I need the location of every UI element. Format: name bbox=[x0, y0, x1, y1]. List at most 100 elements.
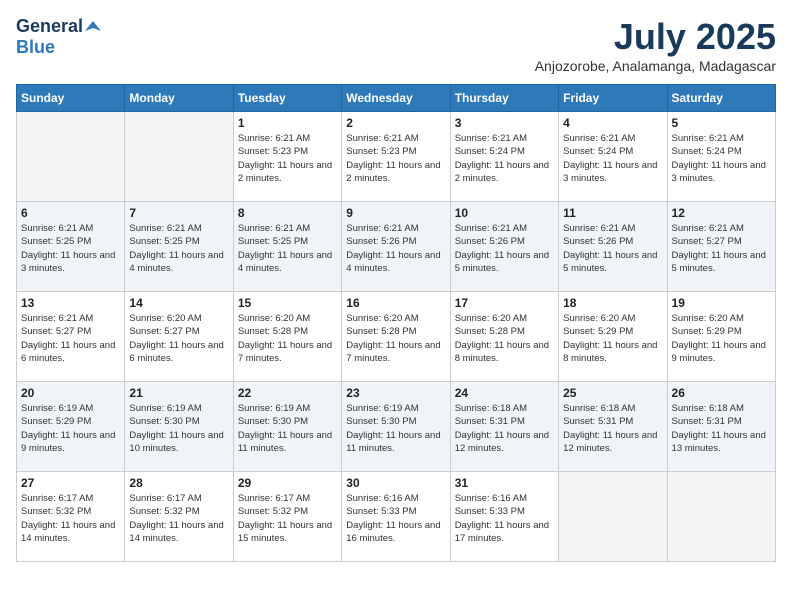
calendar-day-cell: 22Sunrise: 6:19 AM Sunset: 5:30 PM Dayli… bbox=[233, 382, 341, 472]
calendar-day-cell: 16Sunrise: 6:20 AM Sunset: 5:28 PM Dayli… bbox=[342, 292, 450, 382]
calendar-day-cell: 19 Sunrise: 6:20 AM Sunset: 5:29 PM Dayli… bbox=[667, 292, 775, 382]
calendar-header-row: SundayMondayTuesdayWednesdayThursdayFrid… bbox=[17, 85, 776, 112]
calendar-header-cell: Tuesday bbox=[233, 85, 341, 112]
day-info: Sunrise: 6:19 AM Sunset: 5:30 PM Dayligh… bbox=[346, 402, 445, 455]
day-info: Sunrise: 6:21 AM Sunset: 5:25 PM Dayligh… bbox=[129, 222, 228, 275]
day-info: Sunrise: 6:19 AM Sunset: 5:29 PM Dayligh… bbox=[21, 402, 120, 455]
day-number: 2 bbox=[346, 116, 445, 130]
calendar-day-cell: 28 Sunrise: 6:17 AM Sunset: 5:32 PM Dayli… bbox=[125, 472, 233, 562]
calendar-header-cell: Sunday bbox=[17, 85, 125, 112]
day-number: 23 bbox=[346, 386, 445, 400]
day-number: 13 bbox=[21, 296, 120, 310]
day-number: 18 bbox=[563, 296, 662, 310]
day-number: 26 bbox=[672, 386, 771, 400]
day-info: Sunrise: 6:21 AM Sunset: 5:24 PM Dayligh… bbox=[455, 132, 554, 185]
day-number: 14 bbox=[129, 296, 228, 310]
day-info: Sunrise: 6:20 AM Sunset: 5:28 PM Dayligh… bbox=[346, 312, 445, 365]
day-info: Sunrise: 6:20 AM Sunset: 5:29 PM Dayligh… bbox=[672, 312, 771, 365]
calendar-day-cell: 31 Sunrise: 6:16 AM Sunset: 5:33 PM Dayli… bbox=[450, 472, 558, 562]
day-number: 21 bbox=[129, 386, 228, 400]
day-number: 30 bbox=[346, 476, 445, 490]
day-info: Sunrise: 6:21 AM Sunset: 5:25 PM Dayligh… bbox=[21, 222, 120, 275]
day-number: 5 bbox=[672, 116, 771, 130]
day-number: 17 bbox=[455, 296, 554, 310]
calendar-day-cell: 4 Sunrise: 6:21 AM Sunset: 5:24 PM Daylig… bbox=[559, 112, 667, 202]
day-info: Sunrise: 6:18 AM Sunset: 5:31 PM Dayligh… bbox=[455, 402, 554, 455]
day-number: 29 bbox=[238, 476, 337, 490]
day-number: 28 bbox=[129, 476, 228, 490]
calendar-day-cell: 2 Sunrise: 6:21 AM Sunset: 5:23 PM Daylig… bbox=[342, 112, 450, 202]
day-number: 9 bbox=[346, 206, 445, 220]
calendar-day-cell: 12 Sunrise: 6:21 AM Sunset: 5:27 PM Dayli… bbox=[667, 202, 775, 292]
calendar-day-cell: 17 Sunrise: 6:20 AM Sunset: 5:28 PM Dayli… bbox=[450, 292, 558, 382]
day-number: 20 bbox=[21, 386, 120, 400]
day-info: Sunrise: 6:19 AM Sunset: 5:30 PM Dayligh… bbox=[238, 402, 337, 455]
calendar-day-cell: 23 Sunrise: 6:19 AM Sunset: 5:30 PM Dayli… bbox=[342, 382, 450, 472]
calendar-day-cell bbox=[559, 472, 667, 562]
calendar-header-cell: Saturday bbox=[667, 85, 775, 112]
location-text: Anjozorobe, Analamanga, Madagascar bbox=[535, 58, 776, 74]
logo-general-text: General bbox=[16, 16, 83, 37]
calendar-day-cell: 6 Sunrise: 6:21 AM Sunset: 5:25 PM Daylig… bbox=[17, 202, 125, 292]
day-info: Sunrise: 6:21 AM Sunset: 5:26 PM Dayligh… bbox=[563, 222, 662, 275]
day-info: Sunrise: 6:21 AM Sunset: 5:27 PM Dayligh… bbox=[21, 312, 120, 365]
logo-blue-text: Blue bbox=[16, 37, 55, 57]
calendar-header-cell: Wednesday bbox=[342, 85, 450, 112]
day-number: 19 bbox=[672, 296, 771, 310]
calendar-day-cell: 14 Sunrise: 6:20 AM Sunset: 5:27 PM Dayli… bbox=[125, 292, 233, 382]
calendar-day-cell: 8 Sunrise: 6:21 AM Sunset: 5:25 PM Daylig… bbox=[233, 202, 341, 292]
calendar-week-row: 13 Sunrise: 6:21 AM Sunset: 5:27 PM Dayli… bbox=[17, 292, 776, 382]
page-header: General Blue July 2025 Anjozorobe, Anala… bbox=[16, 16, 776, 74]
day-info: Sunrise: 6:20 AM Sunset: 5:29 PM Dayligh… bbox=[563, 312, 662, 365]
day-number: 27 bbox=[21, 476, 120, 490]
calendar-day-cell bbox=[17, 112, 125, 202]
day-info: Sunrise: 6:21 AM Sunset: 5:25 PM Dayligh… bbox=[238, 222, 337, 275]
calendar-day-cell bbox=[667, 472, 775, 562]
day-number: 24 bbox=[455, 386, 554, 400]
logo: General Blue bbox=[16, 16, 101, 58]
calendar-week-row: 27 Sunrise: 6:17 AM Sunset: 5:32 PM Dayli… bbox=[17, 472, 776, 562]
day-info: Sunrise: 6:21 AM Sunset: 5:24 PM Dayligh… bbox=[672, 132, 771, 185]
day-info: Sunrise: 6:20 AM Sunset: 5:28 PM Dayligh… bbox=[455, 312, 554, 365]
calendar-day-cell: 3 Sunrise: 6:21 AM Sunset: 5:24 PM Daylig… bbox=[450, 112, 558, 202]
calendar-day-cell: 24 Sunrise: 6:18 AM Sunset: 5:31 PM Dayli… bbox=[450, 382, 558, 472]
calendar-week-row: 20 Sunrise: 6:19 AM Sunset: 5:29 PM Dayli… bbox=[17, 382, 776, 472]
day-number: 25 bbox=[563, 386, 662, 400]
day-info: Sunrise: 6:21 AM Sunset: 5:23 PM Dayligh… bbox=[238, 132, 337, 185]
day-info: Sunrise: 6:18 AM Sunset: 5:31 PM Dayligh… bbox=[563, 402, 662, 455]
month-title: July 2025 bbox=[535, 16, 776, 58]
calendar-table: SundayMondayTuesdayWednesdayThursdayFrid… bbox=[16, 84, 776, 562]
calendar-header-cell: Monday bbox=[125, 85, 233, 112]
day-number: 31 bbox=[455, 476, 554, 490]
day-info: Sunrise: 6:17 AM Sunset: 5:32 PM Dayligh… bbox=[21, 492, 120, 545]
day-info: Sunrise: 6:19 AM Sunset: 5:30 PM Dayligh… bbox=[129, 402, 228, 455]
calendar-week-row: 6 Sunrise: 6:21 AM Sunset: 5:25 PM Daylig… bbox=[17, 202, 776, 292]
day-info: Sunrise: 6:21 AM Sunset: 5:24 PM Dayligh… bbox=[563, 132, 662, 185]
day-info: Sunrise: 6:21 AM Sunset: 5:23 PM Dayligh… bbox=[346, 132, 445, 185]
calendar-day-cell: 15Sunrise: 6:20 AM Sunset: 5:28 PM Dayli… bbox=[233, 292, 341, 382]
day-number: 1 bbox=[238, 116, 337, 130]
day-info: Sunrise: 6:16 AM Sunset: 5:33 PM Dayligh… bbox=[455, 492, 554, 545]
day-number: 8 bbox=[238, 206, 337, 220]
calendar-day-cell: 25 Sunrise: 6:18 AM Sunset: 5:31 PM Dayli… bbox=[559, 382, 667, 472]
day-number: 12 bbox=[672, 206, 771, 220]
calendar-header-cell: Thursday bbox=[450, 85, 558, 112]
calendar-day-cell: 21 Sunrise: 6:19 AM Sunset: 5:30 PM Dayli… bbox=[125, 382, 233, 472]
day-info: Sunrise: 6:18 AM Sunset: 5:31 PM Dayligh… bbox=[672, 402, 771, 455]
calendar-day-cell: 1 Sunrise: 6:21 AM Sunset: 5:23 PM Daylig… bbox=[233, 112, 341, 202]
calendar-day-cell: 26 Sunrise: 6:18 AM Sunset: 5:31 PM Dayli… bbox=[667, 382, 775, 472]
day-info: Sunrise: 6:17 AM Sunset: 5:32 PM Dayligh… bbox=[238, 492, 337, 545]
day-info: Sunrise: 6:17 AM Sunset: 5:32 PM Dayligh… bbox=[129, 492, 228, 545]
calendar-day-cell: 30Sunrise: 6:16 AM Sunset: 5:33 PM Dayli… bbox=[342, 472, 450, 562]
day-info: Sunrise: 6:20 AM Sunset: 5:27 PM Dayligh… bbox=[129, 312, 228, 365]
calendar-day-cell: 20 Sunrise: 6:19 AM Sunset: 5:29 PM Dayli… bbox=[17, 382, 125, 472]
day-number: 4 bbox=[563, 116, 662, 130]
day-info: Sunrise: 6:21 AM Sunset: 5:27 PM Dayligh… bbox=[672, 222, 771, 275]
calendar-day-cell: 5 Sunrise: 6:21 AM Sunset: 5:24 PM Daylig… bbox=[667, 112, 775, 202]
day-number: 10 bbox=[455, 206, 554, 220]
day-number: 7 bbox=[129, 206, 228, 220]
day-number: 3 bbox=[455, 116, 554, 130]
calendar-day-cell: 11Sunrise: 6:21 AM Sunset: 5:26 PM Dayli… bbox=[559, 202, 667, 292]
calendar-week-row: 1 Sunrise: 6:21 AM Sunset: 5:23 PM Daylig… bbox=[17, 112, 776, 202]
day-number: 6 bbox=[21, 206, 120, 220]
